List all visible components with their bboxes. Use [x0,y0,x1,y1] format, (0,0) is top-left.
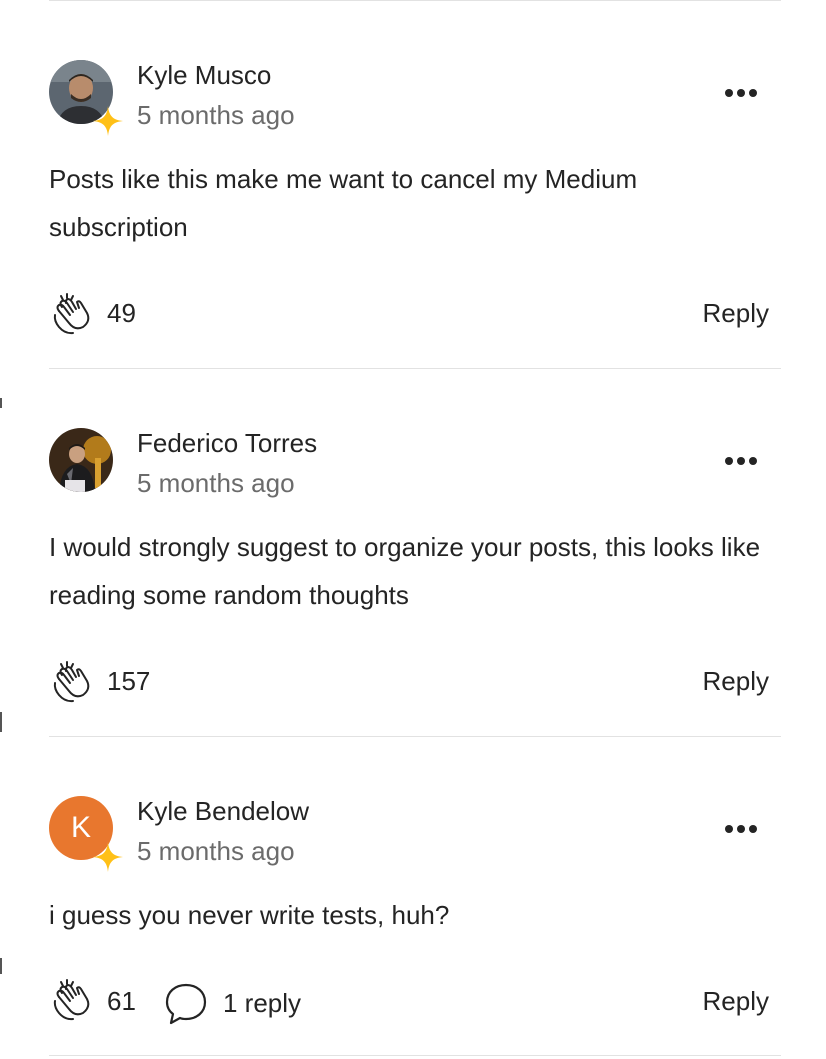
clap-button[interactable] [49,659,97,705]
clap-count: 49 [107,298,136,328]
comment-text: i guess you never write tests, huh? [49,900,450,930]
divider [49,1055,781,1056]
avatar-letter: K [70,811,91,844]
clap-icon [53,979,90,1021]
reply-button[interactable]: Reply [703,985,769,1017]
reply-button[interactable]: Reply [703,665,769,697]
member-star-icon [93,106,123,136]
speech-bubble-icon [165,983,207,1025]
timestamp[interactable]: 5 months ago [137,467,295,499]
comments-list: Kyle Musco 5 months ago Posts like this … [49,0,781,1059]
more-horizontal-icon [725,89,757,97]
comment-text: I would strongly suggest to organize you… [49,532,761,610]
timestamp[interactable]: 5 months ago [137,835,295,867]
avatar[interactable] [49,428,113,492]
more-options-button[interactable] [721,815,761,843]
comment-card: K Kyle Bendelow 5 months ago i guess you… [49,736,781,1055]
clap-button[interactable] [49,291,97,337]
page-edge-mark [0,712,2,732]
clap-count: 61 [107,986,136,1016]
replies-count[interactable]: 1 reply [223,987,301,1019]
member-star-icon [93,842,123,872]
page-edge-mark [0,958,2,974]
comment-card: Kyle Musco 5 months ago Posts like this … [49,0,781,369]
comment-text: Posts like this make me want to cancel m… [49,164,638,242]
more-options-button[interactable] [721,447,761,475]
reply-button[interactable]: Reply [703,297,769,329]
more-horizontal-icon [725,457,757,465]
more-options-button[interactable] [721,79,761,107]
page-edge-mark [0,398,2,408]
more-horizontal-icon [725,825,757,833]
author-name[interactable]: Kyle Musco [137,59,271,91]
author-name[interactable]: Kyle Bendelow [137,795,309,827]
clap-icon [53,293,90,335]
clap-button[interactable] [49,977,97,1023]
clap-count: 157 [107,666,151,696]
timestamp[interactable]: 5 months ago [137,99,295,131]
comment-card: Federico Torres 5 months ago I would str… [49,368,781,737]
clap-icon [53,661,90,703]
replies-toggle-button[interactable] [163,981,209,1027]
author-name[interactable]: Federico Torres [137,427,317,459]
